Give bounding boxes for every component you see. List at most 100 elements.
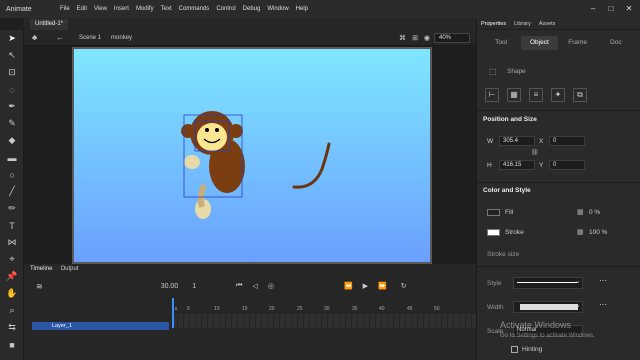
frame-grid[interactable] bbox=[172, 314, 476, 328]
hand-tool-icon[interactable]: ✋ bbox=[0, 285, 24, 302]
tools-panel: ➤ ↖ ⊡ ◌ ✒ ✎ ◆ ▬ ○ ╱ ✏ T ⋈ ⌖ 📌 ✋ ⌕ ⇆ ■ bbox=[0, 30, 24, 360]
rewind-icon[interactable]: ⏪ bbox=[344, 282, 353, 290]
color-swatch-icon[interactable]: ■ bbox=[0, 336, 24, 353]
y-input[interactable]: 0 bbox=[549, 160, 585, 170]
color-style-heading[interactable]: Color and Style bbox=[483, 187, 531, 194]
fill-swatch[interactable] bbox=[487, 209, 500, 216]
activation-watermark: Activate Windows bbox=[500, 320, 572, 330]
bone-tool-icon[interactable]: ⋈ bbox=[0, 234, 24, 251]
onion-skin-icon[interactable]: ◎ bbox=[268, 282, 274, 290]
link-icon[interactable]: ⛓ bbox=[531, 149, 539, 156]
forward-icon[interactable]: ⏩ bbox=[378, 282, 387, 290]
menu-debug[interactable]: Debug bbox=[243, 6, 261, 12]
menu-window[interactable]: Window bbox=[267, 6, 288, 12]
fps-value[interactable]: 30.00 bbox=[161, 283, 179, 290]
x-input[interactable]: 0 bbox=[549, 136, 585, 146]
text-tool-icon[interactable]: T bbox=[0, 217, 24, 234]
clip-icon[interactable]: ⊞ bbox=[412, 34, 418, 42]
width-profile-select[interactable] bbox=[513, 301, 583, 313]
tab-library[interactable]: Library bbox=[514, 21, 531, 27]
menu-control[interactable]: Control bbox=[216, 6, 235, 12]
scene-icon[interactable]: ♣ bbox=[32, 33, 37, 42]
menu-help[interactable]: Help bbox=[296, 6, 308, 12]
back-arrow-icon[interactable]: ← bbox=[56, 33, 64, 42]
oval-tool-icon[interactable]: ○ bbox=[0, 166, 24, 183]
stroke-alpha-icon: ▦ bbox=[577, 229, 584, 236]
subtab-doc[interactable]: Doc bbox=[598, 36, 634, 50]
layers-icon[interactable]: ≋ bbox=[36, 282, 43, 291]
eraser-tool-icon[interactable]: ▬ bbox=[0, 149, 24, 166]
tail-stroke[interactable] bbox=[292, 142, 331, 189]
chevron-down-icon[interactable]: ⌄ bbox=[575, 301, 581, 309]
paint-bucket-icon[interactable]: ◆ bbox=[0, 132, 24, 149]
ruler-mark: 15 bbox=[242, 306, 248, 312]
menu-view[interactable]: View bbox=[94, 6, 107, 12]
zoom-tool-icon[interactable]: ⌕ bbox=[0, 302, 24, 319]
subtab-frame[interactable]: Frame bbox=[560, 36, 596, 50]
pin-icon[interactable]: ✦ bbox=[551, 88, 565, 102]
menu-file[interactable]: File bbox=[60, 6, 70, 12]
brush-tool-icon[interactable]: ✎ bbox=[0, 115, 24, 132]
minimize-icon[interactable]: – bbox=[586, 3, 600, 15]
close-icon[interactable]: ✕ bbox=[622, 3, 636, 15]
more-icon[interactable]: ⋯ bbox=[599, 300, 607, 309]
timeline-tabs: Timeline Output bbox=[24, 264, 476, 274]
current-frame[interactable]: 1 bbox=[192, 283, 196, 290]
menu-text[interactable]: Text bbox=[161, 6, 172, 12]
lasso-tool-icon[interactable]: ◌ bbox=[0, 81, 24, 98]
tab-output[interactable]: Output bbox=[60, 266, 78, 272]
subtab-object[interactable]: Object bbox=[521, 36, 558, 50]
eyedropper-tool-icon[interactable]: ⌖ bbox=[0, 251, 24, 268]
pen-tool-icon[interactable]: ✒ bbox=[0, 98, 24, 115]
zoom-select[interactable]: 40% bbox=[434, 33, 470, 43]
width-input[interactable]: 305.4 bbox=[499, 136, 535, 146]
tab-properties[interactable]: Properties bbox=[481, 21, 506, 27]
play-icon[interactable]: ▶ bbox=[363, 282, 368, 290]
grid-icon[interactable]: ▦ bbox=[507, 88, 521, 102]
main-menu: File Edit View Insert Modify Text Comman… bbox=[60, 6, 308, 12]
symbol-breadcrumb[interactable]: monkey bbox=[111, 35, 132, 41]
mask-icon[interactable]: ⧉ bbox=[573, 88, 587, 102]
height-input[interactable]: 416.15 bbox=[499, 160, 535, 170]
menu-edit[interactable]: Edit bbox=[77, 6, 87, 12]
pencil-tool-icon[interactable]: ✏ bbox=[0, 200, 24, 217]
fill-alpha[interactable]: 0 % bbox=[589, 209, 600, 216]
chevron-down-icon[interactable]: ⌄ bbox=[575, 277, 581, 285]
selection-tool-icon[interactable]: ➤ bbox=[0, 30, 24, 47]
style-label: Style bbox=[487, 280, 502, 287]
center-stage-icon[interactable]: ◉ bbox=[424, 34, 430, 42]
line-tool-icon[interactable]: ╱ bbox=[0, 183, 24, 200]
step-back-icon[interactable]: ◁ bbox=[252, 282, 257, 290]
free-transform-tool-icon[interactable]: ⊡ bbox=[0, 64, 24, 81]
align-icon[interactable]: ⊢ bbox=[485, 88, 499, 102]
layer-row[interactable]: Layer_1 bbox=[32, 322, 169, 330]
tab-assets[interactable]: Assets bbox=[539, 21, 556, 27]
prev-keyframe-icon[interactable]: ⏮ bbox=[236, 282, 242, 290]
maximize-icon[interactable]: □ bbox=[604, 3, 618, 15]
monkey-drawing[interactable] bbox=[181, 111, 245, 219]
ruler-mark: 30 bbox=[324, 306, 330, 312]
menu-insert[interactable]: Insert bbox=[114, 6, 129, 12]
style-select[interactable] bbox=[513, 277, 583, 289]
loop-icon[interactable]: ↻ bbox=[401, 282, 407, 290]
swap-colors-icon[interactable]: ⇆ bbox=[0, 319, 24, 336]
menu-commands[interactable]: Commands bbox=[179, 6, 210, 12]
stroke-alpha[interactable]: 100 % bbox=[589, 229, 607, 236]
hinting-label: Hinting bbox=[522, 346, 543, 353]
more-icon[interactable]: ⋯ bbox=[599, 276, 607, 285]
stage[interactable] bbox=[72, 47, 432, 264]
document-tab[interactable]: Untitled-1* bbox=[30, 19, 69, 30]
distribute-icon[interactable]: ≡ bbox=[529, 88, 543, 102]
activation-watermark-sub: Go to Settings to activate Windows. bbox=[500, 333, 595, 339]
position-size-heading[interactable]: Position and Size bbox=[483, 116, 537, 123]
subselection-tool-icon[interactable]: ↖ bbox=[0, 47, 24, 64]
scene-breadcrumb[interactable]: Scene 1 bbox=[79, 35, 101, 41]
stroke-swatch[interactable] bbox=[487, 229, 500, 236]
playhead[interactable] bbox=[172, 298, 174, 328]
tab-timeline[interactable]: Timeline bbox=[30, 266, 52, 272]
subtab-tool[interactable]: Tool bbox=[483, 36, 519, 50]
camera-icon[interactable]: ⌘ bbox=[399, 34, 406, 42]
pin-tool-icon[interactable]: 📌 bbox=[0, 268, 24, 285]
hinting-checkbox[interactable] bbox=[511, 346, 518, 353]
menu-modify[interactable]: Modify bbox=[136, 6, 154, 12]
